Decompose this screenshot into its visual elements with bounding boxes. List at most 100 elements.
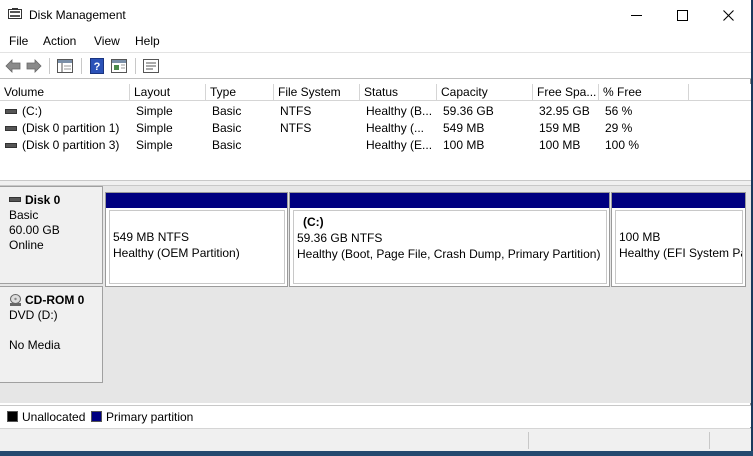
partition-size: 59.36 GB NTFS — [297, 231, 383, 245]
forward-button[interactable] — [24, 57, 44, 75]
partition-bar — [612, 193, 745, 208]
disk-management-app-icon — [8, 8, 22, 19]
volume-percent-free: 100 % — [605, 138, 640, 152]
minimize-icon — [630, 14, 642, 16]
volume-list[interactable]: Volume Layout Type File System Status Ca… — [0, 84, 751, 180]
volume-status: Healthy (B... — [366, 104, 433, 118]
unallocated-swatch — [7, 411, 18, 422]
volume-name: (Disk 0 partition 3) — [22, 138, 120, 152]
volume-percent-free: 56 % — [605, 104, 633, 118]
column-header-percent-free[interactable]: % Free — [599, 84, 689, 101]
svg-text:?: ? — [94, 61, 101, 73]
volume-type: Basic — [212, 121, 242, 135]
volume-layout: Simple — [136, 138, 173, 152]
disk-type: Basic — [9, 208, 39, 222]
close-button[interactable] — [705, 0, 751, 30]
partition-status: Healthy (OEM Partition) — [113, 246, 240, 260]
maximize-button[interactable] — [659, 0, 705, 30]
toolbar-separator — [81, 58, 82, 74]
menu-action[interactable]: Action — [43, 34, 76, 48]
action-pane-button[interactable] — [109, 57, 129, 75]
primary-partition-swatch — [91, 411, 102, 422]
legend: Unallocated Primary partition — [0, 405, 751, 427]
partition-size: 100 MB — [619, 230, 661, 244]
partition-status: Healthy (Boot, Page File, Crash Dump, Pr… — [297, 247, 601, 261]
volume-icon — [5, 143, 17, 148]
volume-row[interactable]: (Disk 0 partition 3) Simple Basic Health… — [0, 137, 751, 154]
disk-state: Online — [9, 238, 44, 252]
window-title: Disk Management — [29, 8, 126, 22]
status-bar — [0, 428, 751, 451]
partition-size: 549 MB NTFS — [113, 230, 190, 244]
partition-title: (C:) — [303, 215, 324, 229]
column-header-status[interactable]: Status — [360, 84, 437, 101]
volume-free-space: 159 MB — [539, 121, 581, 135]
volume-type: Basic — [212, 138, 242, 152]
volume-status: Healthy (E... — [366, 138, 433, 152]
column-header-layout[interactable]: Layout — [130, 84, 206, 101]
volume-file-system: NTFS — [280, 121, 312, 135]
status-bar-section — [528, 432, 529, 449]
forward-arrow-icon — [26, 59, 42, 73]
help-icon: ? — [90, 58, 104, 74]
disk-graphical-view: Disk 0 Basic 60.00 GB Online 549 MB NTFS… — [0, 186, 751, 403]
column-header-type[interactable]: Type — [206, 84, 274, 101]
partition-efi[interactable]: 100 MB Healthy (EFI System Pa — [611, 192, 746, 287]
column-header-capacity[interactable]: Capacity — [437, 84, 533, 101]
status-bar-section — [709, 432, 710, 449]
disk-name: Disk 0 — [25, 193, 61, 207]
cdrom-type: DVD (D:) — [9, 308, 58, 322]
disk-0-label[interactable]: Disk 0 Basic 60.00 GB Online — [0, 186, 103, 284]
volume-name: (Disk 0 partition 1) — [22, 121, 120, 135]
action-pane-icon — [111, 59, 127, 73]
menu-help[interactable]: Help — [135, 34, 160, 48]
minimize-button[interactable] — [613, 0, 659, 30]
volume-list-header: Volume Layout Type File System Status Ca… — [0, 84, 751, 101]
properties-button[interactable] — [141, 57, 161, 75]
menu-bar: File Action View Help — [0, 30, 751, 52]
maximize-icon — [676, 9, 688, 21]
volume-capacity: 549 MB — [443, 121, 485, 135]
close-icon — [722, 9, 734, 21]
volume-free-space: 32.95 GB — [539, 104, 590, 118]
back-button[interactable] — [3, 57, 23, 75]
hard-disk-icon — [9, 197, 21, 202]
partition-c[interactable]: (C:) 59.36 GB NTFS Healthy (Boot, Page F… — [289, 192, 610, 287]
volume-status: Healthy (... — [366, 121, 425, 135]
partition-body: (C:) 59.36 GB NTFS Healthy (Boot, Page F… — [293, 210, 607, 284]
volume-layout: Simple — [136, 121, 173, 135]
volume-type: Basic — [212, 104, 242, 118]
partition-oem[interactable]: 549 MB NTFS Healthy (OEM Partition) — [105, 192, 288, 287]
partition-body: 100 MB Healthy (EFI System Pa — [615, 210, 743, 284]
menu-view[interactable]: View — [94, 34, 120, 48]
column-header-volume[interactable]: Volume — [0, 84, 130, 101]
volume-row[interactable]: (Disk 0 partition 1) Simple Basic NTFS H… — [0, 120, 751, 137]
column-header-file-system[interactable]: File System — [274, 84, 360, 101]
partition-body: 549 MB NTFS Healthy (OEM Partition) — [109, 210, 285, 284]
volume-icon — [5, 126, 17, 131]
column-header-free-space[interactable]: Free Spa... — [533, 84, 599, 101]
disk-management-window: Disk Management File Action View Help ? — [0, 0, 751, 456]
cdrom-media: No Media — [9, 338, 61, 352]
cdrom-name: CD-ROM 0 — [25, 293, 85, 307]
title-bar[interactable]: Disk Management — [0, 0, 751, 30]
cd-rom-icon — [10, 294, 21, 306]
volume-name: (C:) — [22, 104, 42, 118]
menu-file[interactable]: File — [9, 34, 28, 48]
toolbar: ? — [0, 52, 751, 79]
console-tree-button[interactable] — [55, 57, 75, 75]
volume-row[interactable]: (C:) Simple Basic NTFS Healthy (B... 59.… — [0, 103, 751, 120]
partition-bar — [106, 193, 287, 208]
disk-size: 60.00 GB — [9, 223, 60, 237]
volume-free-space: 100 MB — [539, 138, 581, 152]
console-tree-icon — [57, 59, 73, 73]
volume-icon — [5, 109, 17, 114]
help-button[interactable]: ? — [87, 57, 107, 75]
volume-capacity: 59.36 GB — [443, 104, 494, 118]
cdrom-0-label[interactable]: CD-ROM 0 DVD (D:) No Media — [0, 286, 103, 383]
partition-bar — [290, 193, 609, 208]
back-arrow-icon — [5, 59, 21, 73]
volume-capacity: 100 MB — [443, 138, 485, 152]
desktop-background — [0, 451, 753, 456]
